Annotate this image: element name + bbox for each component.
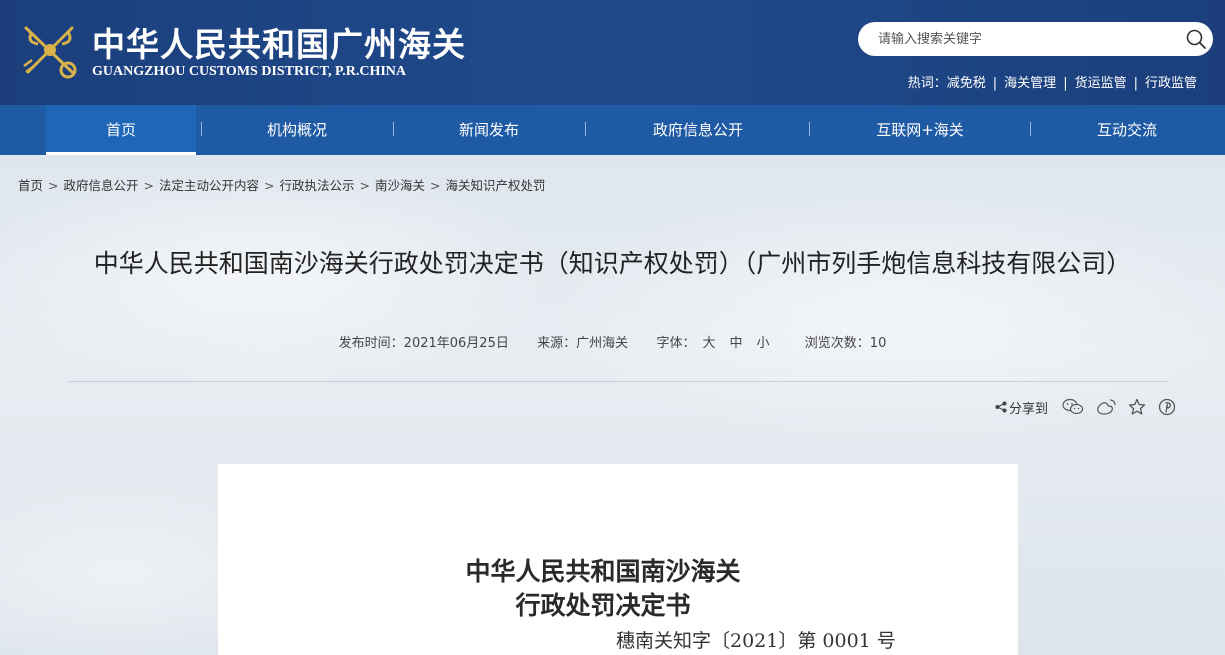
share-bar: 分享到 [995, 396, 1176, 418]
nav-item-home[interactable]: 首页 [46, 105, 196, 155]
hotword-link[interactable]: 减免税 [947, 76, 986, 91]
search-input[interactable] [878, 28, 1168, 50]
source-label: 来源： [537, 336, 577, 351]
share-label: 分享到 [995, 398, 1048, 417]
breadcrumb: 首页 > 政府信息公开 > 法定主动公开内容 > 行政执法公示 > 南沙海关 > 海关知识产权处罚 [18, 175, 546, 194]
document-title-line2: 行政处罚决定书 [515, 591, 691, 620]
nav-divider [393, 122, 394, 136]
nav-item-gov-info[interactable]: 政府信息公开 [618, 105, 778, 155]
share-icon [995, 401, 1007, 413]
weibo-icon[interactable] [1096, 398, 1116, 416]
article-meta: 发布时间：2021年06月25日 来源：广州海关 字体： 大中小 浏览次数：10 [0, 332, 1225, 351]
font-size-small-button[interactable]: 小 [756, 336, 769, 351]
hotwords-label: 热词： [907, 76, 947, 91]
nav-divider [809, 122, 810, 136]
article-title: 中华人民共和国南沙海关行政处罚决定书（知识产权处罚）（广州市列手炮信息科技有限公… [93, 249, 1132, 278]
nav-item-about[interactable]: 机构概况 [222, 105, 372, 155]
document-number: 穗南关知字〔2021〕第 0001 号 [616, 630, 896, 652]
wechat-icon[interactable] [1062, 398, 1084, 416]
publish-date: 2021年06月25日 [403, 336, 509, 351]
hotword-divider: | [1063, 76, 1068, 91]
main-nav: 首页 机构概况 新闻发布 政府信息公开 互联网+海关 互动交流 [0, 105, 1225, 155]
site-header: 中华人民共和国广州海关 GUANGZHOU CUSTOMS DISTRICT, … [0, 0, 1225, 105]
breadcrumb-link[interactable]: 法定主动公开内容 [159, 178, 259, 193]
nav-item-interaction[interactable]: 互动交流 [1052, 105, 1202, 155]
breadcrumb-link[interactable]: 行政执法公示 [280, 178, 355, 193]
customs-emblem-icon[interactable] [18, 20, 82, 82]
views-count: 10 [869, 336, 887, 351]
hotword-divider: | [992, 76, 998, 91]
breadcrumb-arrow: > [264, 178, 275, 193]
hotword-link[interactable]: 货运监管 [1075, 76, 1127, 91]
breadcrumb-link[interactable]: 南沙海关 [375, 178, 425, 193]
favorite-star-icon[interactable] [1128, 398, 1146, 416]
share-label-text: 分享到 [1009, 401, 1049, 417]
hotword-divider: | [1133, 76, 1138, 91]
nav-item-internet-customs[interactable]: 互联网+海关 [840, 105, 1000, 155]
site-title[interactable]: 中华人民共和国广州海关 [92, 18, 466, 66]
breadcrumb-arrow: > [359, 178, 370, 193]
views-label: 浏览次数： [804, 336, 870, 351]
pinterest-icon[interactable] [1158, 398, 1176, 416]
search-box [858, 22, 1213, 56]
nav-divider [201, 122, 202, 136]
source-value: 广州海关 [576, 336, 629, 351]
breadcrumb-arrow: > [143, 178, 154, 193]
hotwords-bar: 热词：减免税 | 海关管理 | 货运监管 | 行政监管 [908, 72, 1197, 91]
font-size-label: 字体： [656, 336, 696, 351]
nav-item-news[interactable]: 新闻发布 [414, 105, 564, 155]
breadcrumb-link[interactable]: 政府信息公开 [64, 178, 139, 193]
breadcrumb-arrow: > [430, 178, 441, 193]
document-scan: 中华人民共和国南沙海关 行政处罚决定书 穗南关知字〔2021〕第 0001 号 [218, 464, 1018, 655]
nav-divider [585, 122, 586, 136]
search-icon[interactable] [1185, 28, 1207, 50]
breadcrumb-link[interactable]: 首页 [18, 178, 43, 193]
nav-divider [1030, 122, 1031, 136]
font-size-medium-button[interactable]: 中 [729, 336, 742, 351]
breadcrumb-arrow: > [48, 178, 59, 193]
site-subtitle: GUANGZHOU CUSTOMS DISTRICT, P.R.CHINA [92, 64, 407, 79]
breadcrumb-link[interactable]: 海关知识产权处罚 [446, 178, 546, 193]
publish-label: 发布时间： [338, 336, 404, 351]
hotword-link[interactable]: 行政监管 [1145, 76, 1197, 91]
font-size-large-button[interactable]: 大 [702, 336, 715, 351]
title-divider [68, 381, 1168, 382]
document-title-line1: 中华人民共和国南沙海关 [465, 557, 741, 586]
hotword-link[interactable]: 海关管理 [1004, 76, 1056, 91]
